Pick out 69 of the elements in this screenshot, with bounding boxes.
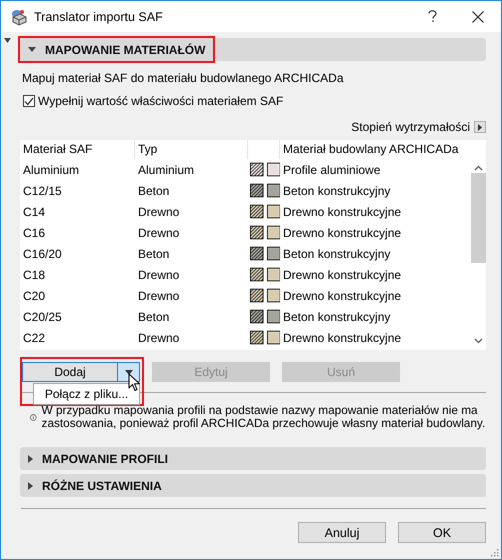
checkbox-label[interactable]: Wypełnij wartość właściwości materiałem SAF [38, 94, 284, 108]
app-icon [10, 8, 28, 26]
table-cell-text: C12/15 [22, 184, 63, 198]
expand-button[interactable] [474, 121, 486, 133]
table-cell-text: Beton konstrukcyjny [282, 246, 392, 260]
section-header[interactable]: RÓŻNE USTAWIENIA [20, 474, 486, 497]
hatch-pattern-icon [250, 266, 264, 283]
table-cell-text: Aluminium [22, 162, 80, 176]
hatch-pattern-icon [250, 308, 264, 325]
section-header[interactable]: MAPOWANIE MATERIAŁÓW [20, 38, 486, 61]
split-button[interactable]: Dodaj [22, 362, 140, 382]
section-title: MAPOWANIE PROFILI [42, 452, 168, 466]
hatch-pattern-icon [250, 203, 264, 220]
table-cell-text: Drewno konstrukcyjne [282, 330, 402, 344]
expand-triangle-icon [28, 482, 33, 490]
table-cell-text: Drewno [137, 268, 180, 282]
table-cell-text: Drewno [137, 226, 180, 240]
table-cell-text: C14 [22, 204, 46, 218]
section-header[interactable]: MAPOWANIE PROFILI [20, 447, 486, 470]
dialog-button[interactable]: Anuluj [298, 522, 386, 543]
help-icon [428, 10, 436, 23]
table-cell-text: C18 [22, 268, 46, 282]
checkmark-icon [24, 96, 34, 106]
collapse-triangle-icon [28, 47, 36, 52]
hatch-pattern-icon [250, 329, 264, 346]
table-cell-text: Drewno [137, 330, 180, 344]
table-cell-text: Drewno [137, 288, 180, 302]
table-cell-text: Beton [137, 310, 170, 324]
caret-icon[interactable] [124, 370, 132, 374]
table-cell-text: C20/25 [22, 310, 63, 324]
hatch-pattern-icon [250, 182, 264, 199]
checkbox[interactable] [23, 95, 35, 107]
table-cell-text: C16/20 [22, 246, 63, 260]
column-header[interactable]: Typ [135, 140, 248, 159]
scroll-up-icon[interactable] [474, 165, 483, 171]
close-icon [472, 10, 484, 22]
table-cell-text: Aluminium [137, 162, 196, 176]
strength-label: Stopień wytrzymałości [351, 120, 470, 134]
hatch-pattern-icon [250, 245, 264, 262]
dialog-button[interactable]: OK [398, 522, 486, 543]
hatch-pattern-icon [250, 161, 264, 178]
menu-item[interactable]: Połącz z pliku... [44, 387, 128, 401]
resize-grip-icon[interactable] [491, 549, 499, 557]
hatch-pattern-icon [250, 287, 264, 304]
column-header[interactable]: Materiał budowlany ARCHICADa [280, 140, 471, 159]
table-cell-text: Beton konstrukcyjny [282, 310, 392, 324]
table-cell-text: Drewno [137, 204, 180, 218]
scroll-down-icon[interactable] [474, 338, 483, 344]
table-cell-text: Profile aluminiowe [282, 162, 382, 176]
hatch-pattern-icon [250, 224, 264, 241]
table-cell-text: C22 [22, 330, 46, 344]
table-cell-text: Drewno konstrukcyjne [282, 288, 402, 302]
description-text: Mapuj materiał SAF do materiału budowlanego ARCHICADa [21, 71, 344, 85]
table-cell-text: Beton [137, 246, 170, 260]
expand-triangle-icon [28, 454, 33, 462]
table-cell-text: Beton konstrukcyjny [282, 184, 392, 198]
column-header[interactable]: Materiał SAF [20, 140, 135, 159]
window-title: Translator importu SAF [34, 10, 164, 24]
section-title: MAPOWANIE MATERIAŁÓW [45, 42, 206, 56]
table-cell-text: Drewno konstrukcyjne [282, 226, 402, 240]
table-cell-text: C16 [22, 226, 46, 240]
panel-toggle-icon[interactable] [4, 38, 11, 43]
table-cell-text: Beton [137, 184, 170, 198]
table-cell-text: Drewno konstrukcyjne [282, 204, 402, 218]
info-text: W przypadku mapowania profili na podstawie nazwy mapowanie materiałów nie ma zastosowania, ponieważ profil ARCHICADa przechowuje własny materiał budowlany. [42, 404, 486, 430]
section-title: RÓŻNE USTAWIENIA [42, 478, 162, 492]
play-triangle-icon [478, 124, 482, 130]
table-cell-text: C20 [22, 288, 46, 302]
table-cell-text: Drewno konstrukcyjne [282, 268, 402, 282]
